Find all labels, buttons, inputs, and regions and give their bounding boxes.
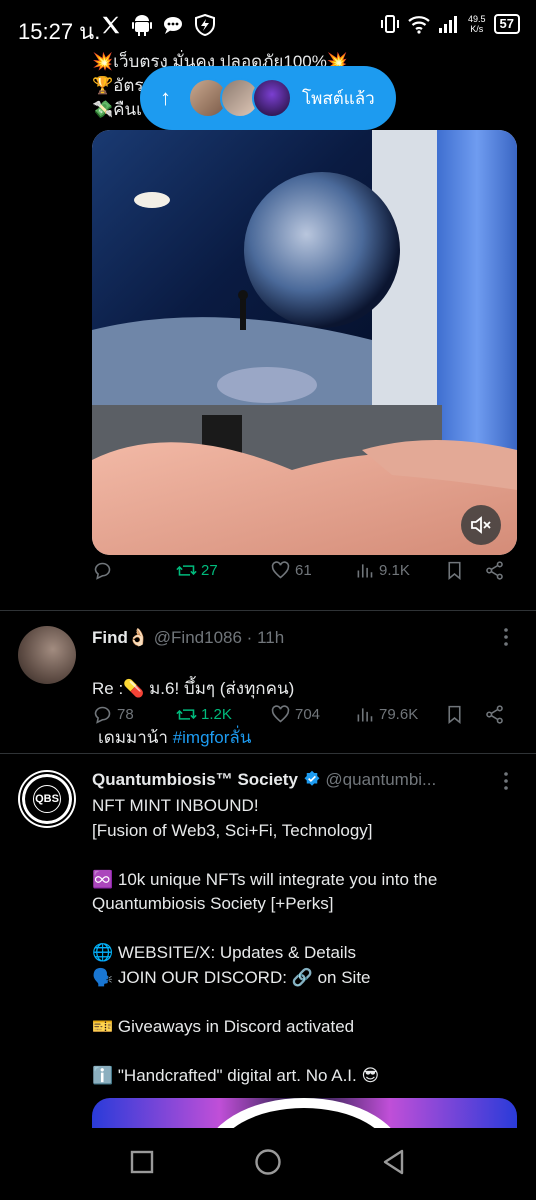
qbs-banner-graphic	[217, 1098, 391, 1128]
home-button[interactable]	[254, 1148, 282, 1181]
shield-bolt-icon	[195, 14, 215, 36]
avatar[interactable]: QBS	[18, 770, 76, 828]
chat-icon	[164, 17, 182, 34]
share-icon	[486, 704, 503, 724]
status-time: 15:27 น.	[18, 19, 101, 44]
repost-icon	[176, 564, 197, 576]
share-button[interactable]	[484, 560, 505, 581]
like-count: 704	[295, 705, 321, 723]
recents-button[interactable]	[130, 1150, 154, 1179]
posted-label: โพสต์แล้ว	[302, 88, 375, 108]
back-triangle-icon	[383, 1149, 404, 1174]
tweet-time: 11h	[257, 628, 285, 647]
arrow-up-icon: ↑	[160, 85, 171, 110]
repost-button[interactable]: 1.2K	[176, 704, 232, 725]
like-button[interactable]: 704	[270, 704, 320, 725]
meta-separator: ·	[246, 628, 253, 647]
repost-button[interactable]: 27	[176, 560, 218, 581]
avatar[interactable]	[18, 626, 76, 684]
reply-button[interactable]: 78	[92, 704, 134, 725]
qbs-logo: QBS	[20, 772, 74, 826]
android-icon	[132, 15, 152, 36]
hashtag-link[interactable]: #imgforลั่น	[173, 728, 252, 747]
analytics-icon	[357, 707, 373, 721]
battery-indicator: 57	[493, 14, 520, 34]
tweet-line-text: เดมมาน้า	[98, 727, 173, 747]
author-handle[interactable]: @quantumbi...	[325, 770, 436, 789]
square-icon	[130, 1150, 154, 1173]
reply-icon	[94, 706, 111, 724]
android-nav-bar	[0, 1128, 536, 1200]
bookmark-icon	[448, 561, 461, 580]
like-button[interactable]: 61	[270, 560, 312, 581]
speaker-muted-icon	[471, 516, 491, 534]
more-vertical-icon	[504, 628, 508, 646]
tweet-image[interactable]	[92, 1098, 517, 1128]
share-button[interactable]	[484, 704, 505, 725]
view-count: 79.6K	[379, 705, 419, 723]
author-name[interactable]: Quantumbiosis™ Society	[92, 770, 298, 789]
network-speed-value: 49.5	[468, 14, 486, 24]
back-button[interactable]	[382, 1149, 406, 1180]
x-logo-icon	[102, 16, 120, 34]
qbs-logo-text: QBS	[33, 785, 61, 813]
posted-toast-button[interactable]: ↑ โพสต์แล้ว	[140, 66, 396, 130]
author-handle[interactable]: @Find1086	[154, 628, 242, 647]
bookmark-button[interactable]	[444, 704, 465, 725]
bookmark-icon	[448, 705, 461, 724]
like-count: 61	[295, 561, 312, 579]
heart-icon	[271, 560, 290, 579]
reply-count: 78	[117, 705, 134, 723]
more-options-button[interactable]	[498, 770, 514, 792]
tweet-line-2: เดมมาน้า #imgforลั่น	[92, 726, 294, 751]
signal-icon	[439, 16, 457, 33]
divider	[0, 610, 536, 611]
reply-button[interactable]	[92, 560, 113, 581]
mute-button[interactable]	[461, 505, 501, 545]
analytics-icon	[357, 563, 373, 577]
verified-badge-icon	[304, 770, 320, 786]
wifi-icon	[408, 16, 430, 34]
repost-icon	[176, 708, 197, 720]
posted-avatars	[188, 78, 292, 118]
network-speed: 49.5 K/s	[468, 14, 486, 34]
tweet-header: Quantumbiosis™ Society @quantumbi...	[92, 770, 436, 790]
network-speed-unit: K/s	[470, 24, 484, 34]
more-vertical-icon	[504, 772, 508, 790]
video-frame-image	[92, 130, 517, 555]
status-system-icons: 49.5 K/s 57	[380, 14, 520, 34]
repost-count: 27	[201, 561, 218, 579]
more-options-button[interactable]	[498, 626, 514, 648]
views-button[interactable]: 79.6K	[354, 704, 418, 725]
bookmark-button[interactable]	[444, 560, 465, 581]
status-notification-icons	[100, 14, 216, 36]
status-bar: 15:27 น. 49.5 K/s 57	[0, 0, 536, 56]
divider	[0, 753, 536, 754]
repost-count: 1.2K	[201, 705, 232, 723]
share-icon	[486, 560, 503, 580]
tweet-video[interactable]	[92, 130, 517, 555]
views-button[interactable]: 9.1K	[354, 560, 410, 581]
author-name[interactable]: Find👌🏻	[92, 628, 149, 647]
circle-icon	[255, 1148, 281, 1175]
avatar	[252, 78, 292, 118]
tweet-line: Re :💊 ม.6! บึ้มๆ (ส่งทุกคน)	[92, 678, 295, 698]
heart-icon	[271, 704, 290, 723]
view-count: 9.1K	[379, 561, 410, 579]
vibrate-icon	[381, 15, 399, 33]
reply-icon	[94, 562, 111, 580]
tweet-text: NFT MINT INBOUND! [Fusion of Web3, Sci+F…	[92, 796, 438, 1085]
tweet-header: Find👌🏻 @Find1086 · 11h	[92, 628, 284, 648]
